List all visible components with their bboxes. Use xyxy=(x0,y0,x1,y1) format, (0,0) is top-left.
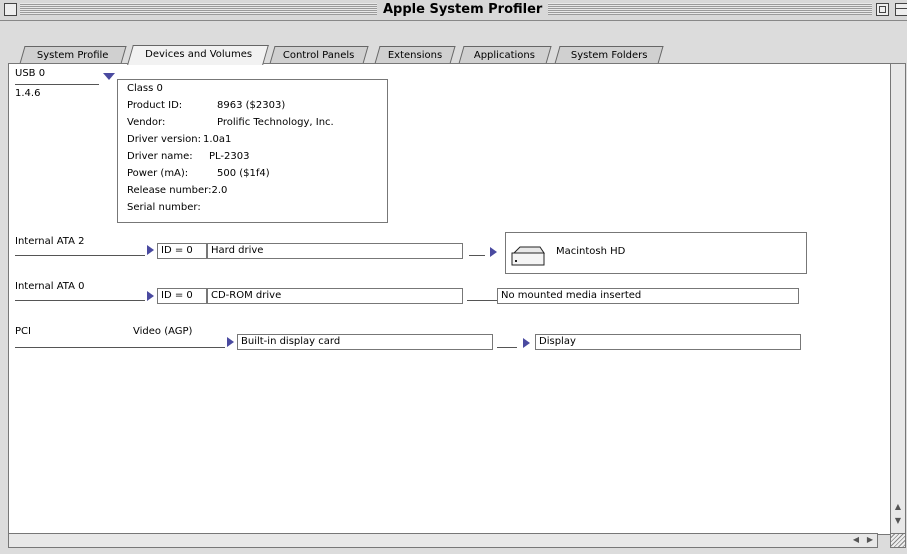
hard-drive-icon xyxy=(511,246,545,266)
window-title: Apple System Profiler xyxy=(377,1,549,19)
ata2-divider xyxy=(15,255,145,256)
disclosure-right-icon[interactable] xyxy=(147,291,154,301)
tab-applications[interactable]: Applications xyxy=(458,46,552,64)
ata2-id-field: ID = 0 xyxy=(157,243,207,259)
ata0-device-field[interactable]: CD-ROM drive xyxy=(207,288,463,304)
disclosure-down-icon[interactable] xyxy=(103,73,115,80)
ata2-connector xyxy=(469,255,485,256)
usb-driver-name: Driver name: PL-2303 xyxy=(127,151,250,162)
pci-slot-label: Video (AGP) xyxy=(133,326,193,337)
ata0-connector xyxy=(467,300,497,301)
tab-system-folders[interactable]: System Folders xyxy=(554,46,664,64)
usb-divider xyxy=(15,84,99,85)
usb-driver-version: Driver version: 1.0a1 xyxy=(127,134,232,145)
usb-serial-number: Serial number: xyxy=(127,202,201,213)
zoom-box-icon[interactable] xyxy=(876,3,889,16)
disclosure-right-icon[interactable] xyxy=(227,337,234,347)
tab-control-panels[interactable]: Control Panels xyxy=(269,46,369,64)
scroll-down-icon[interactable]: ▼ xyxy=(892,516,904,526)
usb-bus-label: USB 0 xyxy=(15,68,46,79)
pci-connector xyxy=(497,347,517,348)
usb-vendor: Vendor: Prolific Technology, Inc. xyxy=(127,117,334,128)
resize-grip-icon[interactable] xyxy=(890,533,906,548)
pci-divider xyxy=(15,347,225,348)
ata0-divider xyxy=(15,300,145,301)
title-bar[interactable]: Apple System Profiler xyxy=(0,0,907,21)
usb-power: Power (mA): 500 ($1f4) xyxy=(127,168,270,179)
usb-product-id: Product ID: 8963 ($2303) xyxy=(127,100,286,111)
vertical-scrollbar[interactable]: ▲ ▼ xyxy=(890,63,906,535)
ata0-bus-label: Internal ATA 0 xyxy=(15,281,85,292)
profiler-window: Apple System Profiler System Profile Dev… xyxy=(0,0,907,554)
ata2-bus-label: Internal ATA 2 xyxy=(15,236,85,247)
disclosure-right-icon[interactable] xyxy=(490,247,497,257)
ata0-id-field: ID = 0 xyxy=(157,288,207,304)
horizontal-scrollbar[interactable]: ◀ ▶ xyxy=(8,533,878,548)
pci-output-field[interactable]: Display xyxy=(535,334,801,350)
ata2-device-field[interactable]: Hard drive xyxy=(207,243,463,259)
pci-device-field[interactable]: Built-in display card xyxy=(237,334,493,350)
usb-class: Class 0 xyxy=(127,83,163,94)
tab-extensions[interactable]: Extensions xyxy=(374,46,456,64)
tab-system-profile[interactable]: System Profile xyxy=(19,46,127,64)
scroll-left-icon[interactable]: ◀ xyxy=(850,535,862,545)
scroll-up-icon[interactable]: ▲ xyxy=(892,502,904,512)
close-box-icon[interactable] xyxy=(4,3,17,16)
pci-bus-label: PCI xyxy=(15,326,31,337)
tab-devices-and-volumes[interactable]: Devices and Volumes xyxy=(127,45,269,65)
disclosure-right-icon[interactable] xyxy=(147,245,154,255)
collapse-box-icon[interactable] xyxy=(895,3,907,16)
volume-name: Macintosh HD xyxy=(556,246,626,257)
disclosure-right-icon[interactable] xyxy=(523,338,530,348)
ata0-media-status: No mounted media inserted xyxy=(497,288,799,304)
usb-version: 1.4.6 xyxy=(15,88,41,99)
usb-release-number: Release number:2.0 xyxy=(127,185,228,196)
devices-panel: USB 0 1.4.6 Class 0 Product ID: 8963 ($23… xyxy=(8,63,892,535)
volume-box[interactable]: Macintosh HD xyxy=(505,232,807,274)
scroll-right-icon[interactable]: ▶ xyxy=(864,535,876,545)
